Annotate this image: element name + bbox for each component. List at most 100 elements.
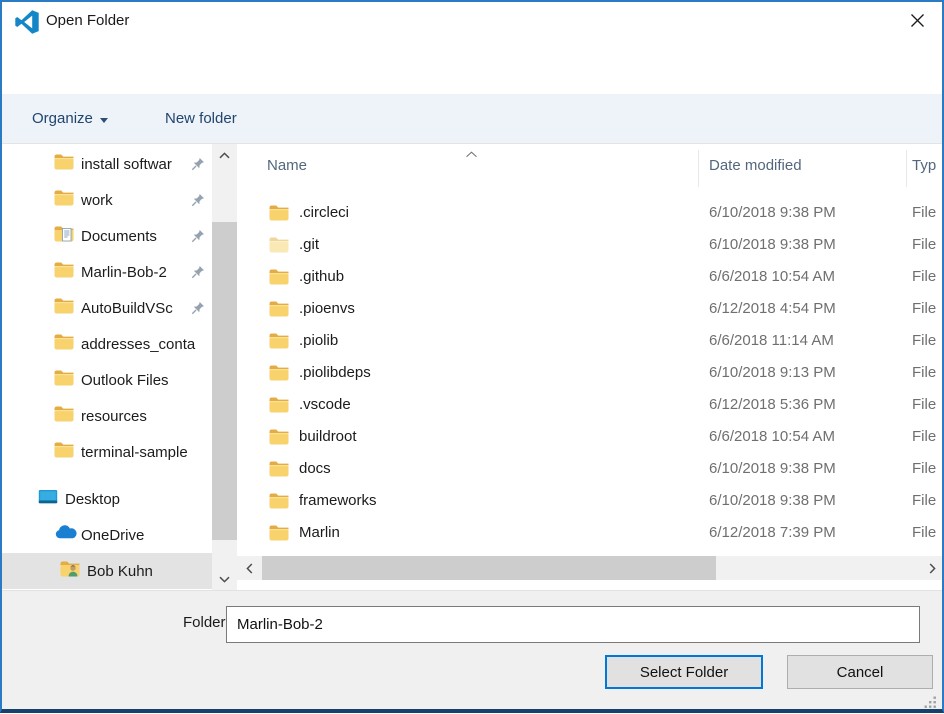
sidebar-item[interactable]: AutoBuildVSc bbox=[0, 290, 212, 326]
file-row[interactable]: .vscode 6/12/2018 5:36 PM File bbox=[237, 390, 944, 422]
column-separator[interactable] bbox=[906, 150, 907, 187]
file-row[interactable]: .piolib 6/6/2018 11:14 AM File bbox=[237, 326, 944, 358]
file-type: File bbox=[912, 268, 936, 285]
sidebar-item-icon bbox=[54, 525, 76, 545]
sidebar-item-label: addresses_conta bbox=[81, 336, 212, 353]
sidebar-item-icon bbox=[54, 298, 76, 319]
pin-icon bbox=[191, 229, 205, 243]
file-name: frameworks bbox=[299, 492, 377, 509]
pin-icon bbox=[191, 157, 205, 171]
pin-icon bbox=[191, 193, 205, 207]
file-row[interactable]: .pioenvs 6/12/2018 4:54 PM File bbox=[237, 294, 944, 326]
sidebar-scrollbar[interactable] bbox=[212, 144, 237, 590]
folder-icon bbox=[54, 334, 74, 355]
close-button[interactable] bbox=[900, 8, 934, 38]
file-date-modified: 6/6/2018 10:54 AM bbox=[709, 428, 835, 445]
horizontal-scrollbar-thumb[interactable] bbox=[262, 556, 716, 580]
file-name: .piolibdeps bbox=[299, 364, 371, 381]
file-row[interactable]: .piolibdeps 6/10/2018 9:13 PM File bbox=[237, 358, 944, 390]
column-header-type[interactable]: Typ bbox=[912, 157, 936, 174]
sidebar-item-icon bbox=[54, 154, 76, 175]
sidebar-item[interactable]: install softwar bbox=[0, 146, 212, 182]
folder-icon bbox=[269, 365, 289, 381]
navigation-pane: install softwar wo bbox=[0, 144, 212, 590]
close-icon bbox=[910, 13, 925, 33]
sidebar-item-icon bbox=[54, 190, 76, 211]
folder-label: Folder: bbox=[183, 614, 230, 631]
file-row[interactable]: frameworks 6/10/2018 9:38 PM File bbox=[237, 486, 944, 518]
folder-icon bbox=[269, 237, 289, 253]
file-row[interactable]: Marlin 6/12/2018 7:39 PM File bbox=[237, 518, 944, 550]
file-name: buildroot bbox=[299, 428, 357, 445]
column-separator[interactable] bbox=[698, 150, 699, 187]
file-row[interactable]: .git 6/10/2018 9:38 PM File bbox=[237, 230, 944, 262]
dropdown-caret-icon bbox=[100, 118, 108, 123]
file-type: File bbox=[912, 236, 936, 253]
file-row[interactable]: buildroot 6/6/2018 10:54 AM File bbox=[237, 422, 944, 454]
file-row[interactable]: .circleci 6/10/2018 9:38 PM File bbox=[237, 198, 944, 230]
sidebar-scrollbar-thumb[interactable] bbox=[212, 222, 237, 540]
folder-icon bbox=[269, 205, 289, 221]
folder-icon bbox=[54, 262, 74, 283]
sidebar-item-icon bbox=[54, 406, 76, 427]
title-bar: Open Folder bbox=[0, 0, 944, 44]
sidebar-item[interactable]: OneDrive bbox=[0, 517, 212, 553]
folder-icon bbox=[269, 301, 289, 317]
scroll-right-button[interactable] bbox=[920, 556, 944, 580]
sidebar-item[interactable]: Outlook Files bbox=[0, 362, 212, 398]
sidebar-item[interactable]: Documents bbox=[0, 218, 212, 254]
folder-icon bbox=[269, 397, 289, 413]
sidebar-item-icon bbox=[54, 226, 76, 247]
file-date-modified: 6/10/2018 9:38 PM bbox=[709, 204, 836, 221]
column-header-date-modified[interactable]: Date modified bbox=[709, 157, 802, 174]
file-type: File bbox=[912, 300, 936, 317]
file-name: .git bbox=[299, 236, 319, 253]
scroll-left-button[interactable] bbox=[237, 556, 261, 580]
select-folder-button[interactable]: Select Folder bbox=[605, 655, 763, 689]
folder-icon bbox=[269, 429, 289, 445]
sidebar-item-label: Desktop bbox=[65, 491, 212, 508]
vscode-icon bbox=[14, 9, 40, 40]
folder-icon bbox=[269, 461, 289, 477]
sort-ascending-icon bbox=[465, 145, 478, 163]
sidebar-item[interactable]: addresses_conta bbox=[0, 326, 212, 362]
pin-icon bbox=[191, 265, 205, 279]
window-title: Open Folder bbox=[46, 12, 129, 29]
sidebar-item[interactable]: Marlin-Bob-2 bbox=[0, 254, 212, 290]
sidebar-item-icon bbox=[54, 442, 76, 463]
new-folder-button[interactable]: New folder bbox=[165, 110, 237, 127]
column-headers: Name Date modified Typ bbox=[237, 144, 944, 190]
scroll-up-button[interactable] bbox=[212, 144, 237, 166]
column-header-name[interactable]: Name bbox=[267, 157, 307, 174]
chevron-right-icon bbox=[929, 563, 936, 574]
sidebar-item[interactable]: Bob Kuhn bbox=[0, 553, 212, 589]
sidebar-item[interactable]: resources bbox=[0, 398, 212, 434]
scroll-down-button[interactable] bbox=[212, 568, 237, 590]
file-type: File bbox=[912, 460, 936, 477]
sidebar-item[interactable]: Desktop bbox=[0, 481, 212, 517]
folder-icon bbox=[54, 406, 74, 427]
sidebar-item[interactable]: terminal-sample bbox=[0, 434, 212, 470]
file-date-modified: 6/10/2018 9:13 PM bbox=[709, 364, 836, 381]
resize-grip[interactable] bbox=[924, 696, 937, 714]
file-row[interactable]: .github 6/6/2018 10:54 AM File bbox=[237, 262, 944, 294]
file-type: File bbox=[912, 492, 936, 509]
new-folder-label: New folder bbox=[165, 110, 237, 127]
desktop-icon bbox=[38, 489, 58, 510]
file-rows: .circleci 6/10/2018 9:38 PM File .git 6/… bbox=[237, 198, 944, 550]
sidebar-item-icon bbox=[54, 262, 76, 283]
file-date-modified: 6/10/2018 9:38 PM bbox=[709, 492, 836, 509]
sidebar-item-icon bbox=[54, 370, 76, 391]
organize-button[interactable]: Organize bbox=[32, 110, 108, 127]
sidebar-item-icon bbox=[54, 334, 76, 355]
sidebar-item-label: OneDrive bbox=[81, 527, 212, 544]
documents-icon bbox=[54, 226, 74, 247]
file-row[interactable]: docs 6/10/2018 9:38 PM File bbox=[237, 454, 944, 486]
command-toolbar: Organize New folder ? bbox=[0, 94, 944, 144]
file-date-modified: 6/10/2018 9:38 PM bbox=[709, 460, 836, 477]
sidebar-item[interactable]: work bbox=[0, 182, 212, 218]
horizontal-scrollbar[interactable] bbox=[237, 556, 944, 580]
folder-name-input[interactable] bbox=[226, 606, 920, 643]
cancel-button[interactable]: Cancel bbox=[787, 655, 933, 689]
file-type: File bbox=[912, 524, 936, 541]
